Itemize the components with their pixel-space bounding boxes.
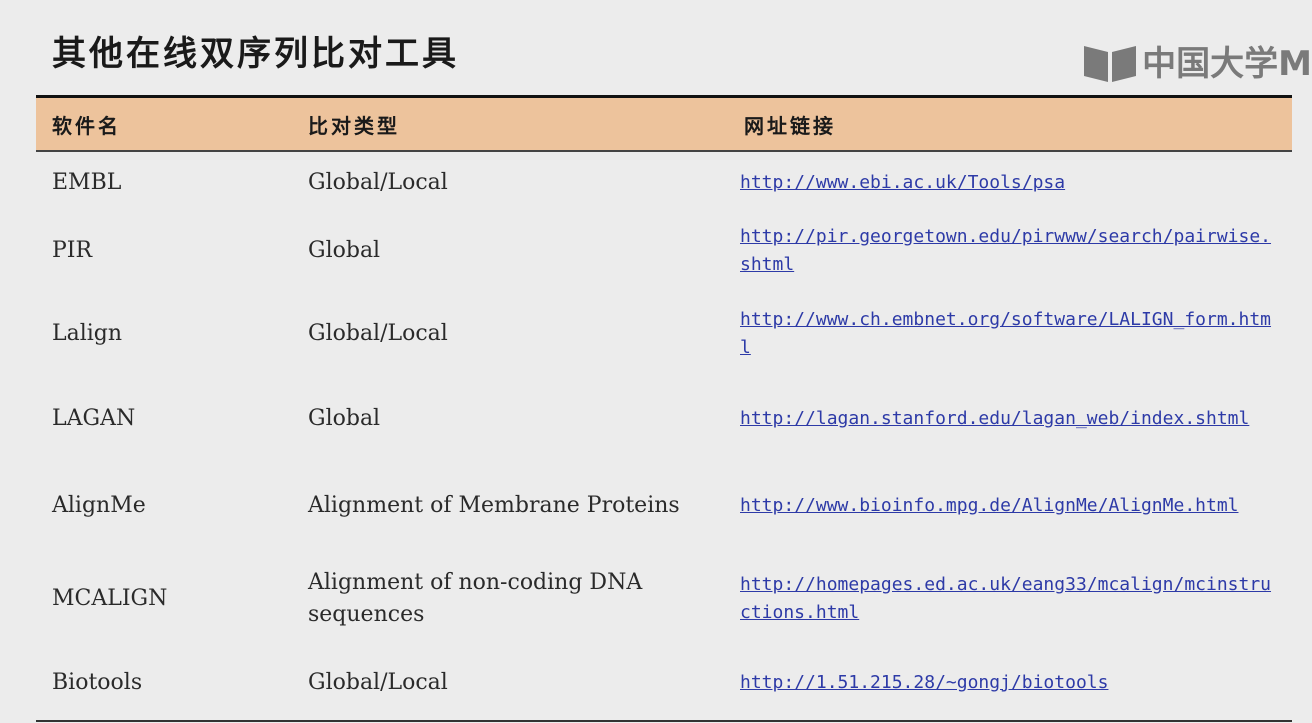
alignment-type: Global — [308, 238, 381, 263]
alignment-type: Global/Local — [292, 645, 728, 722]
book-logo-icon — [1084, 45, 1137, 82]
mooc-logo: 中国大学M — [1082, 36, 1312, 85]
table-row: Biotools Global/Local http://1.51.215.28… — [36, 645, 1292, 722]
alignment-type: Global/Local — [308, 321, 448, 346]
table-row: MCALIGN Alignment of non-coding DNA sequ… — [36, 553, 1292, 645]
url-link[interactable]: http://www.ch.embnet.org/software/LALIGN… — [740, 309, 1271, 358]
software-name: Lalign — [52, 321, 123, 346]
alignment-type: Global — [308, 406, 381, 431]
slide-title: 其他在线双序列比对工具 — [52, 34, 459, 74]
alignment-type: Alignment of Membrane Proteins — [308, 493, 680, 518]
tools-table: 软件名 比对类型 网址链接 EMBL Global/Local http://w… — [36, 95, 1292, 722]
table-header-row: 软件名 比对类型 网址链接 — [36, 95, 1292, 152]
software-name: EMBL — [52, 169, 122, 195]
url-link[interactable]: http://www.ebi.ac.uk/Tools/psa — [740, 172, 1065, 193]
table-row: LAGAN Global http://lagan.stanford.edu/l… — [36, 379, 1292, 459]
table-row: PIR Global http://pir.georgetown.edu/pir… — [36, 213, 1292, 289]
logo-text: 中国大学M — [1142, 44, 1312, 84]
header-alignment-type: 比对类型 — [292, 95, 728, 152]
url-link[interactable]: http://1.51.215.28/~gongj/biotools — [740, 672, 1108, 693]
software-name: LAGAN — [52, 406, 136, 431]
software-name: MCALIGN — [52, 586, 168, 611]
table-row: EMBL Global/Local http://www.ebi.ac.uk/T… — [36, 151, 1292, 213]
url-link[interactable]: http://homepages.ed.ac.uk/eang33/mcalign… — [740, 574, 1271, 623]
alignment-type: Alignment of non-coding DNA sequences — [308, 570, 643, 627]
header-url: 网址链接 — [728, 95, 1292, 152]
software-name: PIR — [52, 238, 93, 263]
url-link[interactable]: http://pir.georgetown.edu/pirwww/search/… — [740, 226, 1271, 275]
software-name: AlignMe — [52, 493, 146, 518]
table-row: AlignMe Alignment of Membrane Proteins h… — [36, 459, 1292, 553]
url-link[interactable]: http://lagan.stanford.edu/lagan_web/inde… — [740, 408, 1249, 429]
alignment-type: Global/Local — [308, 169, 448, 195]
table-row: Lalign Global/Local http://www.ch.embnet… — [36, 289, 1292, 379]
header-software-name: 软件名 — [36, 95, 292, 152]
software-name: Biotools — [36, 645, 292, 722]
url-link[interactable]: http://www.bioinfo.mpg.de/AlignMe/AlignM… — [740, 495, 1239, 516]
